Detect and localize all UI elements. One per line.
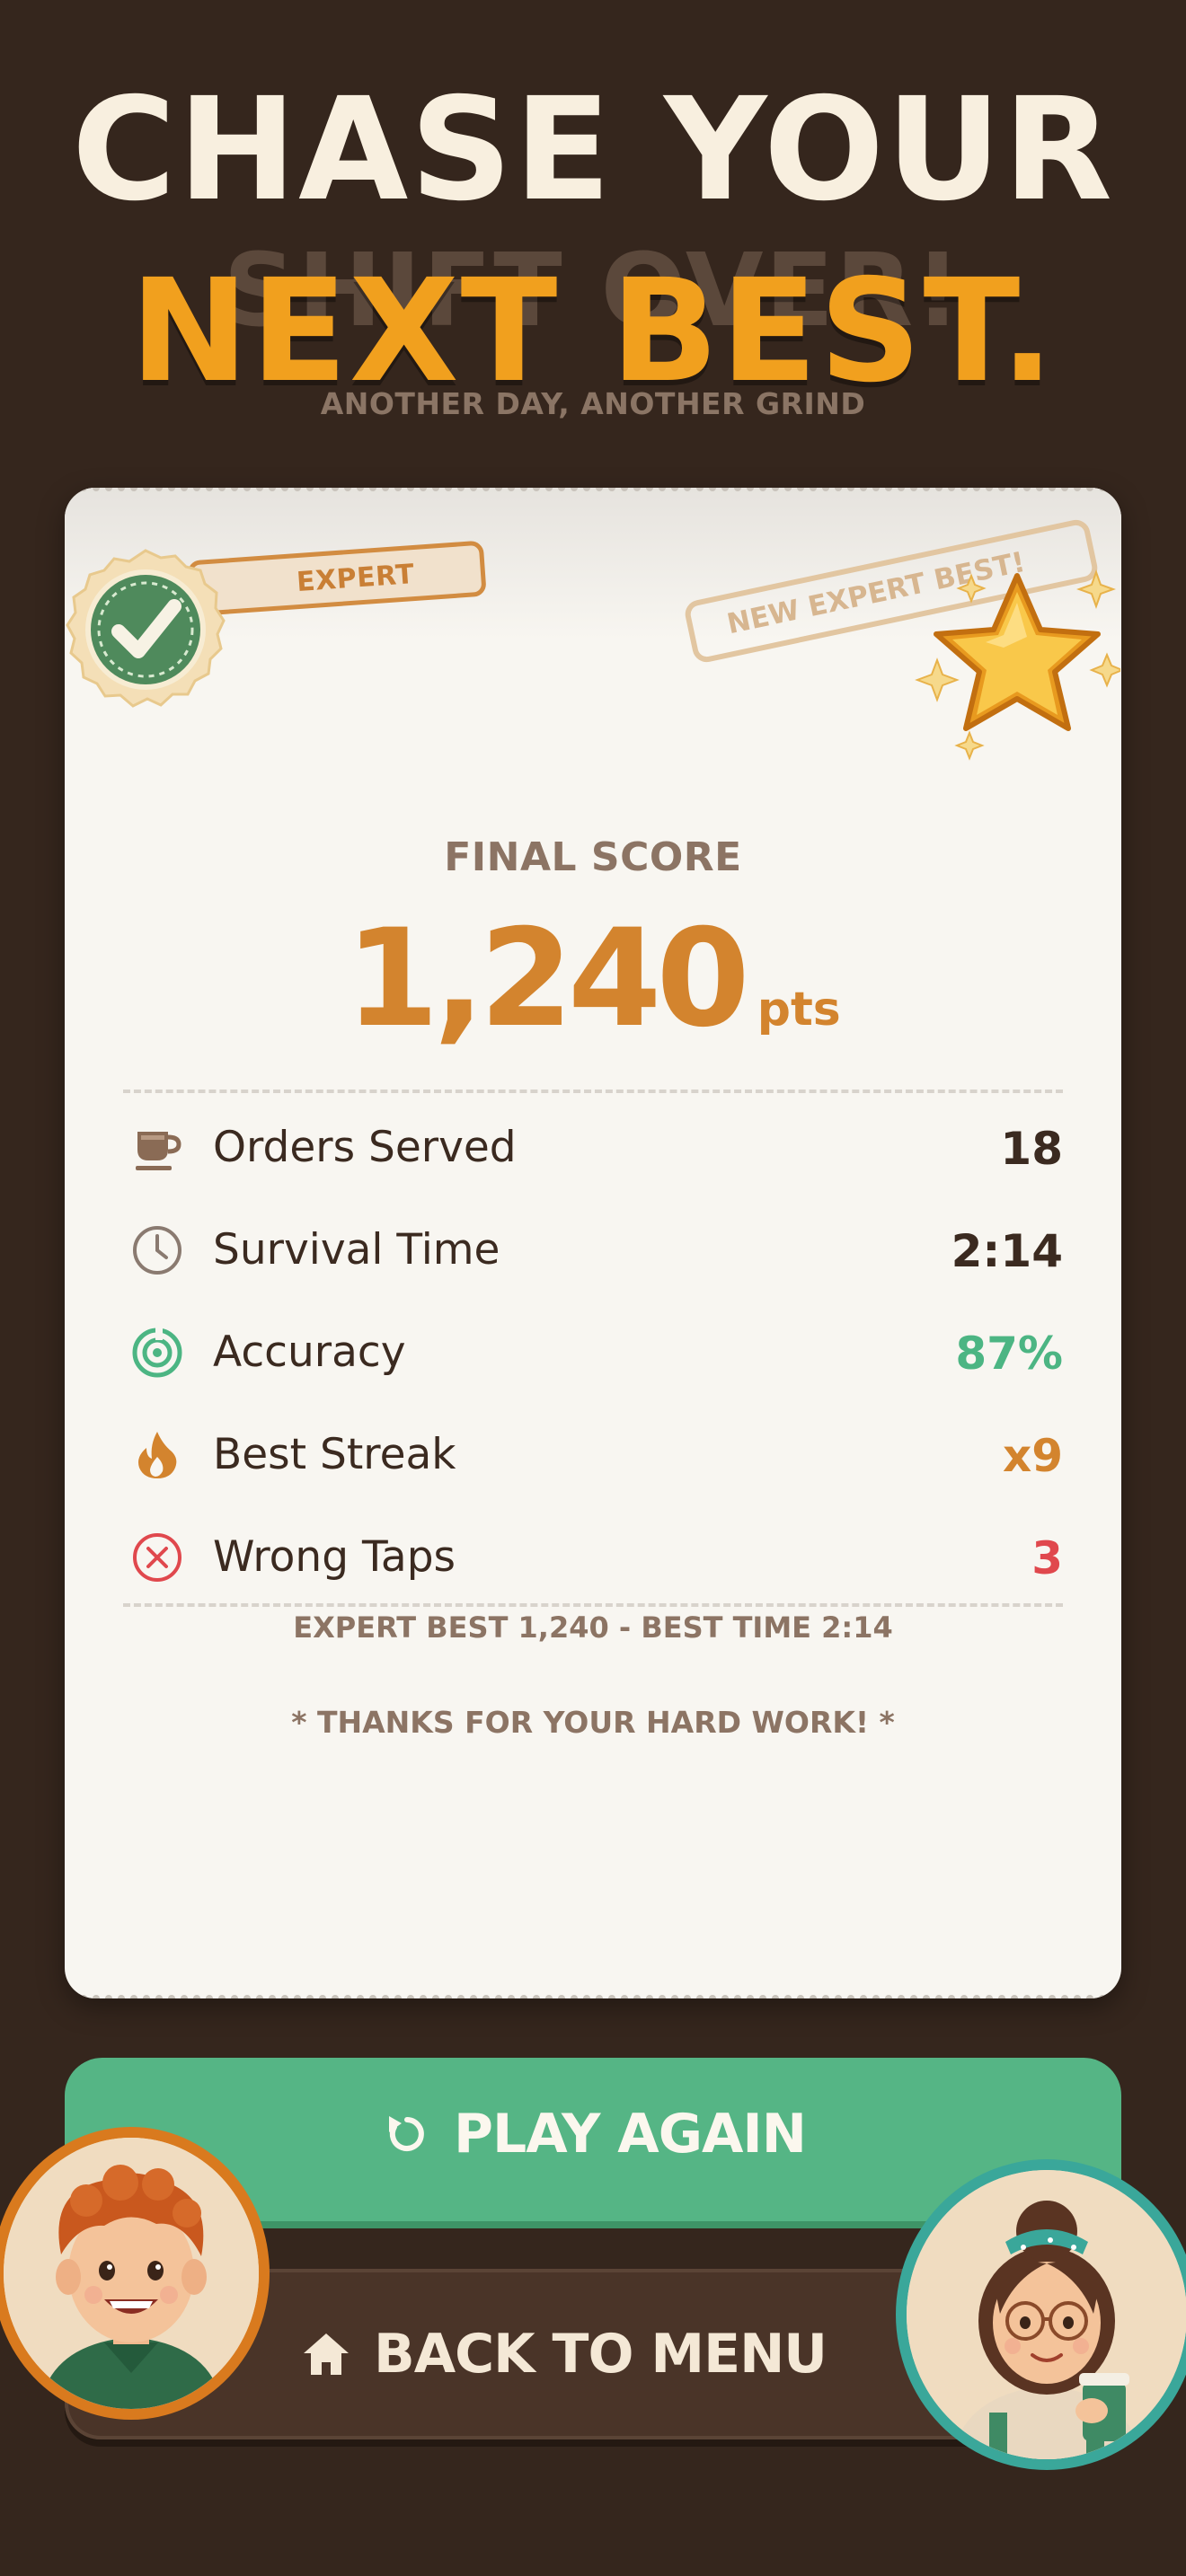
coffee-cup-icon xyxy=(136,1132,181,1170)
stat-value: 2:14 xyxy=(951,1225,1063,1277)
best-record-footer: EXPERT BEST 1,240 - BEST TIME 2:14 xyxy=(293,1610,893,1645)
headline-line-2: NEXT BEST. xyxy=(129,249,1057,414)
barista-boy-avatar xyxy=(0,2127,270,2420)
receipt-perforation-bottom xyxy=(65,1991,1121,1998)
stat-row-accuracy: Accuracy 87% xyxy=(123,1315,1063,1387)
headline-line-1: CHASE YOUR xyxy=(71,67,1115,233)
receipt-perforation-top xyxy=(65,488,1121,495)
stat-label: Wrong Taps xyxy=(213,1532,456,1582)
stat-row-orders-served: Orders Served 18 xyxy=(123,1110,1063,1182)
score-receipt-card: EXPERT NEW EXPERT BEST! FINAL SCORE 1,24… xyxy=(65,488,1121,1998)
stat-row-wrong-taps: Wrong Taps 3 xyxy=(123,1520,1063,1592)
check-seal-icon xyxy=(66,549,226,708)
stat-label: Accuracy xyxy=(213,1328,406,1377)
final-score-label: FINAL SCORE xyxy=(444,834,742,880)
expert-tag-label: EXPERT xyxy=(295,559,416,599)
receipt-divider-bottom xyxy=(123,1603,1063,1607)
barista-girl-avatar xyxy=(896,2159,1186,2470)
flame-icon xyxy=(138,1432,177,1478)
receipt-divider-top xyxy=(123,1090,1063,1093)
final-score-value: 1,240 xyxy=(345,901,749,1057)
stat-row-best-streak: Best Streak x9 xyxy=(123,1417,1063,1489)
subtitle: ANOTHER DAY, ANOTHER GRIND xyxy=(320,386,866,421)
stat-label: Best Streak xyxy=(213,1430,456,1479)
star-icon xyxy=(915,569,1120,761)
target-icon xyxy=(132,1328,182,1378)
stat-label: Survival Time xyxy=(213,1225,500,1275)
stat-value: 3 xyxy=(1031,1532,1063,1584)
home-icon xyxy=(303,2333,349,2375)
clock-icon xyxy=(133,1226,181,1275)
x-circle-icon xyxy=(133,1533,181,1582)
back-to-menu-label: BACK TO MENU xyxy=(373,2323,828,2386)
final-score: 1,240 pts xyxy=(65,901,1121,1057)
play-again-label: PLAY AGAIN xyxy=(454,2103,807,2166)
stat-value: x9 xyxy=(1002,1430,1063,1482)
thanks-footer: * THANKS FOR YOUR HARD WORK! * xyxy=(291,1705,895,1740)
stat-row-survival-time: Survival Time 2:14 xyxy=(123,1213,1063,1284)
stat-value: 87% xyxy=(955,1328,1063,1380)
stat-value: 18 xyxy=(1000,1123,1063,1175)
stat-label: Orders Served xyxy=(213,1123,517,1172)
final-score-unit: pts xyxy=(757,983,841,1037)
replay-icon xyxy=(389,2116,424,2151)
